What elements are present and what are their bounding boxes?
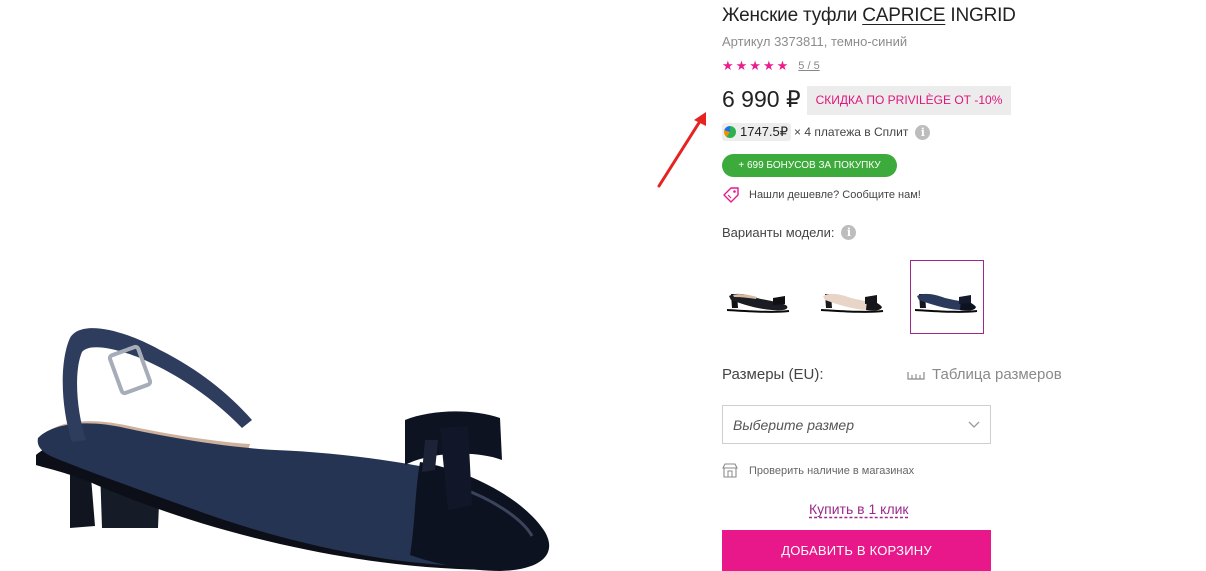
- found-cheaper-text: Нашли дешевле? Сообщите нам!: [749, 189, 921, 201]
- check-availability-text: Проверить наличие в магазинах: [749, 464, 915, 477]
- split-payment-row: 1747.5₽ × 4 платежа в Сплит i: [722, 122, 931, 142]
- arrow-annotation-icon: [657, 112, 706, 188]
- variant-shoe-image: [821, 293, 884, 313]
- add-to-cart-button[interactable]: ДОБАВИТЬ В КОРЗИНУ: [722, 530, 991, 571]
- chevron-down-icon: [968, 421, 980, 428]
- product-type: Женские туфли: [722, 5, 863, 26]
- product-title: Женские туфли CAPRICE INGRID: [722, 5, 1016, 27]
- bonus-badge: + 699 БОНУСОВ ЗА ПОКУПКУ: [722, 154, 897, 177]
- size-table-link[interactable]: Таблица размеров: [907, 366, 1062, 383]
- size-select-placeholder: Выберите размер: [733, 416, 854, 433]
- split-amount: 1747.5₽: [740, 124, 789, 139]
- star-icon: ★★★★★: [722, 58, 791, 73]
- store-icon: [722, 463, 738, 478]
- product-model: INGRID: [945, 5, 1016, 26]
- variants-label-text: Варианты модели:: [722, 225, 835, 240]
- size-select[interactable]: Выберите размер: [722, 405, 991, 444]
- rating-score-link[interactable]: 5 / 5: [798, 60, 819, 72]
- ruler-icon: [907, 371, 925, 380]
- info-icon[interactable]: i: [915, 124, 931, 140]
- split-amount-pill[interactable]: 1747.5₽: [722, 123, 792, 141]
- variant-thumbnail-navy-selected[interactable]: [910, 260, 984, 334]
- buy-one-click-link[interactable]: Купить в 1 клик: [809, 501, 909, 517]
- variant-shoe-image: [727, 293, 790, 313]
- info-icon[interactable]: i: [841, 225, 857, 240]
- found-cheaper-link[interactable]: Нашли дешевле? Сообщите нам!: [722, 186, 921, 204]
- variants-label: Варианты модели: i: [722, 225, 857, 240]
- shoe-illustration: [36, 328, 550, 571]
- price-tag-icon: [723, 187, 739, 203]
- product-main-image[interactable]: [30, 300, 590, 571]
- sku-line: Артикул 3373811, темно-синий: [722, 34, 908, 49]
- split-logo-icon: [724, 126, 736, 138]
- split-text: × 4 платежа в Сплит: [794, 125, 909, 139]
- privilege-discount-badge[interactable]: СКИДКА ПО PRIVILÈGE ОТ -10%: [807, 86, 1011, 115]
- size-table-text: Таблица размеров: [932, 366, 1062, 383]
- sizes-label: Размеры (EU):: [722, 366, 824, 383]
- variant-shoe-image: [915, 293, 978, 313]
- product-price: 6 990 ₽: [722, 86, 801, 112]
- variant-thumbnail-black[interactable]: [722, 260, 796, 334]
- rating: ★★★★★ 5 / 5: [722, 58, 820, 74]
- brand-link[interactable]: CAPRICE: [862, 5, 945, 26]
- check-availability-link[interactable]: Проверить наличие в магазинах: [722, 463, 914, 478]
- variant-thumbnail-beige[interactable]: [816, 260, 890, 334]
